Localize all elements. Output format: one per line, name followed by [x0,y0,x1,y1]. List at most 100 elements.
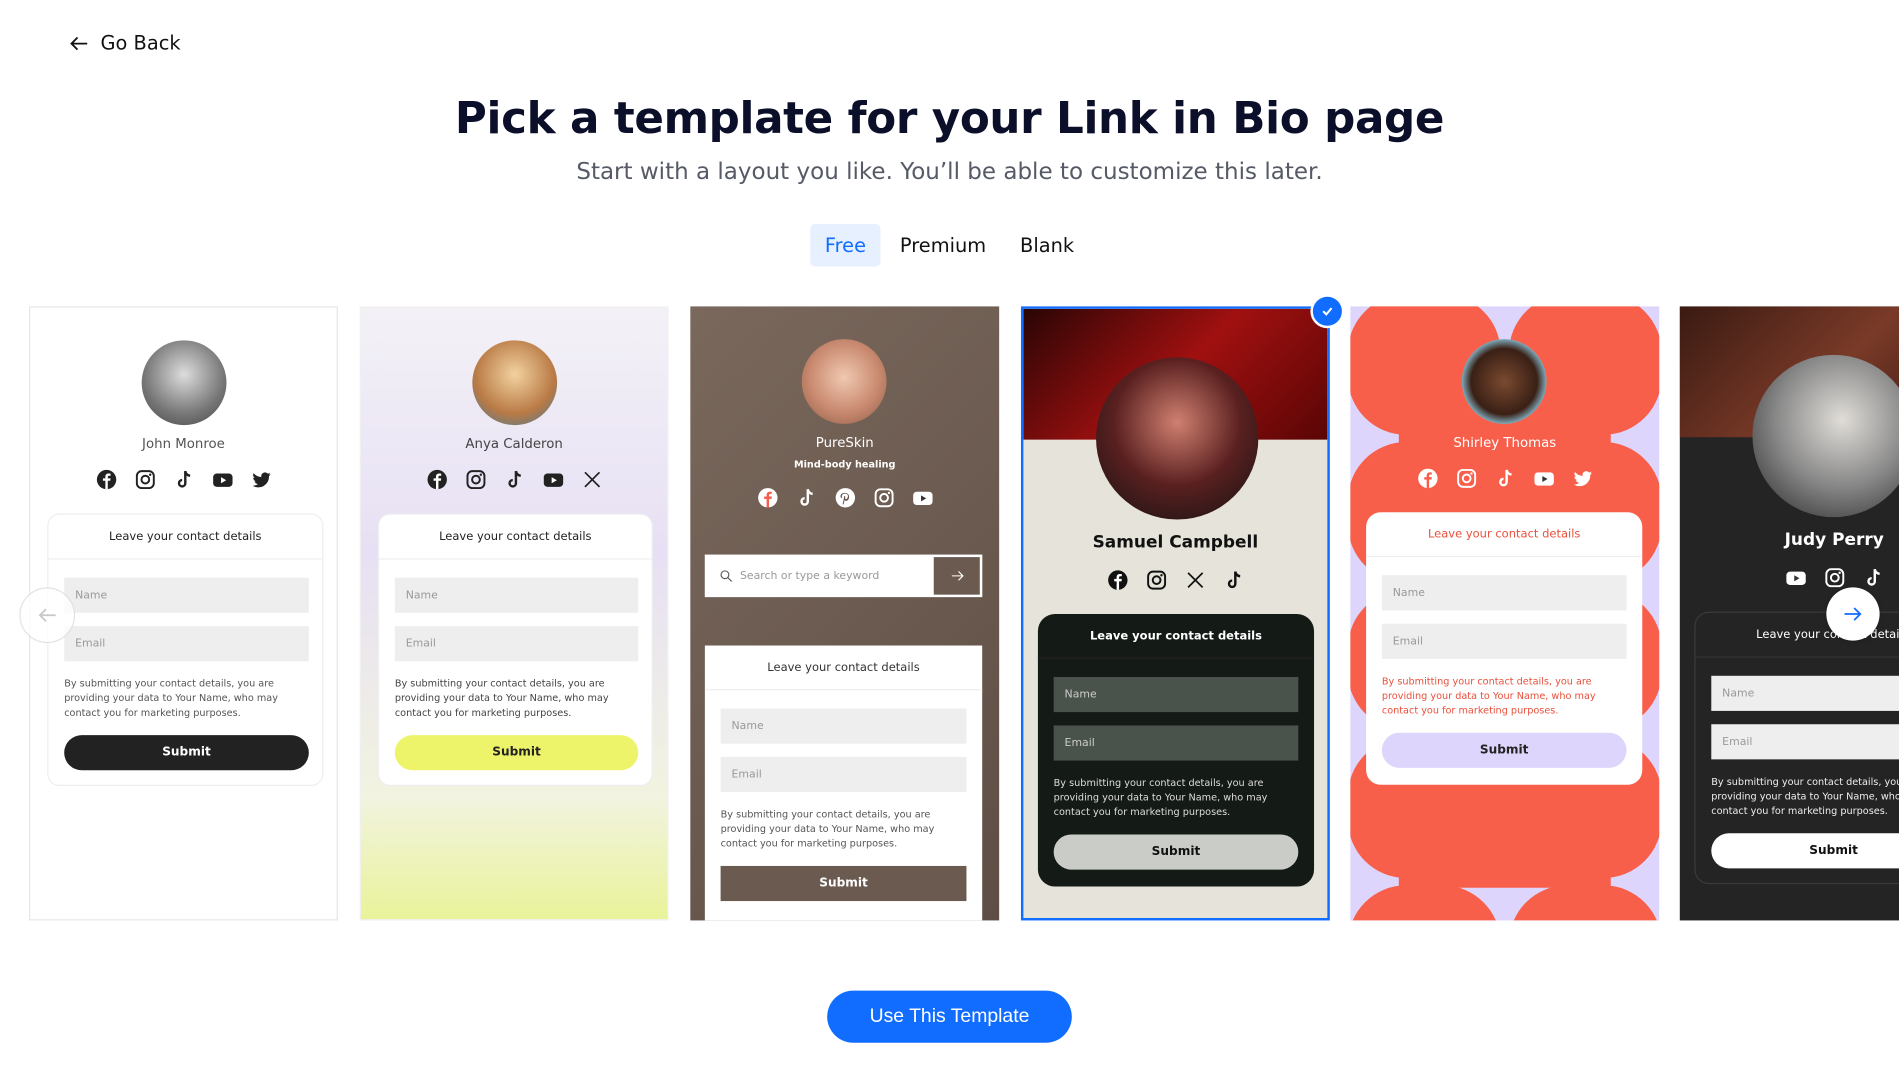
form-header: Leave your contact details [767,661,920,675]
twitter-icon[interactable] [250,469,272,491]
submit-button[interactable]: Submit [1381,732,1627,768]
submit-button[interactable]: Submit [64,735,309,771]
tiktok-icon[interactable] [1862,567,1884,589]
search-bar[interactable]: Search or type a keyword [704,554,983,598]
profile-name: Samuel Campbell [1092,532,1259,553]
social-icons [1350,467,1659,489]
form-disclaimer: By submitting your contact details, you … [1711,776,1899,817]
tab-free[interactable]: Free [810,224,881,267]
decorative-shape [1350,885,1501,921]
submit-button[interactable]: Submit [394,735,639,771]
name-field[interactable]: Name [1711,675,1899,711]
tab-premium[interactable]: Premium [885,224,1000,266]
form-divider [379,558,652,560]
form-disclaimer: By submitting your contact details, you … [720,809,935,849]
email-field[interactable]: Email [1711,724,1899,760]
x-icon[interactable] [581,469,603,491]
form-header: Leave your contact details [1427,528,1581,542]
submit-button[interactable]: Submit [1711,833,1899,869]
avatar [1461,339,1547,424]
page-title: Pick a template for your Link in Bio pag… [454,94,1445,145]
youtube-icon[interactable] [911,487,933,509]
email-field[interactable]: Email [64,626,309,662]
profile-name: PureSkin [815,434,874,451]
contact-form: Leave your contact details Name Email By… [47,513,324,787]
profile-name: Judy Perry [1784,530,1884,550]
template-card[interactable]: Samuel Campbell Leave your contact detai… [1020,306,1330,921]
page-subtitle: Start with a layout you like. You’ll be … [576,158,1323,186]
avatar [141,340,227,426]
social-icons [1680,567,1899,589]
contact-form: Leave your contact details Name Email By… [1694,611,1899,885]
facebook-icon[interactable] [1106,569,1128,591]
profile-tagline: Mind-body healing [793,459,896,470]
x-icon[interactable] [1184,569,1206,591]
tiktok-icon[interactable] [795,487,817,509]
search-input[interactable]: Search or type a keyword [740,570,934,582]
template-card[interactable]: Shirley Thomas Leave your contact detail… [1350,306,1660,921]
carousel-next-button[interactable] [1826,587,1880,641]
email-field[interactable]: Email [720,756,967,793]
avatar [1096,357,1259,520]
instagram-icon[interactable] [873,487,895,509]
profile-name: Shirley Thomas [1453,434,1557,451]
tiktok-icon[interactable] [1223,569,1245,591]
tiktok-icon[interactable] [503,469,525,491]
email-field[interactable]: Email [1053,725,1299,761]
submit-button[interactable]: Submit [1053,834,1299,870]
form-disclaimer: By submitting your contact details, you … [64,678,278,719]
use-this-template-button[interactable]: Use This Template [827,990,1072,1043]
search-submit-button[interactable] [933,557,980,595]
social-icons [690,487,999,509]
name-field[interactable]: Name [394,577,639,613]
social-icons [1023,569,1327,591]
name-field[interactable]: Name [1053,677,1299,713]
contact-form: Leave your contact details Name Email By… [704,645,983,921]
tiktok-icon[interactable] [173,469,195,491]
facebook-icon[interactable] [426,469,448,491]
template-card[interactable]: Anya Calderon Leave your contact details… [359,306,669,921]
form-disclaimer: By submitting your contact details, you … [1053,777,1268,818]
form-disclaimer: By submitting your contact details, you … [1381,675,1596,716]
youtube-icon[interactable] [1785,567,1807,589]
form-divider [1037,657,1315,659]
submit-button[interactable]: Submit [720,865,967,902]
template-tabs: Free Premium Blank [0,224,1899,267]
email-field[interactable]: Email [1381,623,1627,659]
youtube-icon[interactable] [1533,467,1555,489]
instagram-icon[interactable] [1455,467,1477,489]
arrow-right-icon [951,571,964,581]
tab-blank[interactable]: Blank [1006,224,1089,266]
go-back-button[interactable]: Go Back [68,31,181,54]
facebook-icon[interactable] [1416,467,1438,489]
pinterest-icon[interactable] [834,487,856,509]
social-icons [30,469,336,491]
facebook-icon[interactable] [95,469,117,491]
form-divider [704,689,983,691]
contact-form: Leave your contact details Name Email By… [1366,512,1643,785]
name-field[interactable]: Name [1381,575,1627,611]
template-card[interactable]: John Monroe Leave your contact details N… [29,306,338,921]
youtube-icon[interactable] [542,469,564,491]
email-field[interactable]: Email [394,626,639,662]
go-back-label: Go Back [100,31,181,55]
tiktok-icon[interactable] [1494,467,1516,489]
twitter-icon[interactable] [1571,467,1593,489]
profile-name: John Monroe [142,435,225,452]
template-card[interactable]: PureSkin Mind-body healing Search or type… [690,306,1000,921]
instagram-icon[interactable] [464,469,486,491]
name-field[interactable]: Name [720,708,967,744]
youtube-icon[interactable] [211,469,233,491]
instagram-icon[interactable] [134,469,156,491]
search-icon [720,570,732,582]
form-divider [1695,656,1899,658]
arrow-left-icon [38,608,56,622]
instagram-icon[interactable] [1145,569,1167,591]
carousel-prev-button[interactable] [19,587,76,644]
avatar [472,340,558,426]
form-divider [48,558,323,560]
form-disclaimer: By submitting your contact details, you … [394,678,609,719]
instagram-icon[interactable] [1823,567,1845,589]
name-field[interactable]: Name [64,577,309,613]
facebook-icon[interactable] [756,487,778,509]
